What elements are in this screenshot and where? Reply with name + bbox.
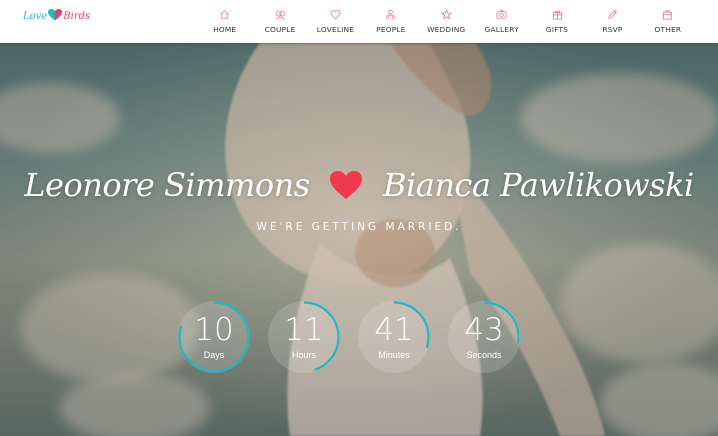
nav-item-people[interactable]: PEOPLE xyxy=(363,0,418,43)
heart-icon xyxy=(330,8,341,20)
hero-section: Leonore Simmons Bianca Pawlikowski WE'RE… xyxy=(0,43,718,436)
logo-word-birds: Birds xyxy=(63,10,91,22)
countdown-minutes: 41 Minutes xyxy=(358,301,430,373)
countdown-value: 43 xyxy=(464,312,504,348)
groom-name: Leonore Simmons xyxy=(24,165,310,204)
countdown-unit: Seconds xyxy=(466,350,502,360)
countdown-unit: Minutes xyxy=(378,350,410,360)
nav-item-gifts[interactable]: GIFTS xyxy=(529,0,584,43)
people-icon xyxy=(385,8,396,20)
pencil-icon xyxy=(607,8,618,20)
nav-label: COUPLE xyxy=(264,25,296,34)
countdown-unit: Hours xyxy=(291,350,316,360)
logo-word-love: Love xyxy=(23,10,48,22)
bride-name: Bianca Pawlikowski xyxy=(382,165,694,204)
nav-label: PEOPLE xyxy=(376,25,406,34)
nav-label: GALLERY xyxy=(484,25,519,34)
logo-heart-icon xyxy=(48,9,63,21)
nav-label: HOME xyxy=(213,25,237,34)
countdown-unit: Days xyxy=(203,350,225,360)
page: Love Birds HOME COUPLE LOVELINE PEOPLE W… xyxy=(0,0,718,436)
countdown-value: 11 xyxy=(284,312,324,348)
star-icon xyxy=(440,8,452,20)
nav-label: OTHER xyxy=(654,25,682,34)
camera-icon xyxy=(496,8,507,20)
hero-tagline: WE'RE GETTING MARRIED. xyxy=(256,221,462,233)
nav-item-loveline[interactable]: LOVELINE xyxy=(308,0,363,43)
nav-label: RSVP xyxy=(602,25,623,34)
couple-icon xyxy=(275,8,286,20)
countdown-days: 10 Days xyxy=(178,301,250,373)
countdown-hours: 11 Hours xyxy=(268,301,340,373)
couple-names: Leonore Simmons Bianca Pawlikowski xyxy=(0,163,718,204)
countdown-value: 41 xyxy=(374,312,414,348)
site-header: Love Birds HOME COUPLE LOVELINE PEOPLE W… xyxy=(0,0,718,43)
nav-item-couple[interactable]: COUPLE xyxy=(252,0,307,43)
countdown-seconds: 43 Seconds xyxy=(448,301,520,373)
nav-label: GIFTS xyxy=(545,25,569,34)
home-icon xyxy=(219,8,230,20)
nav-item-rsvp[interactable]: RSVP xyxy=(585,0,640,43)
nav-label: WEDDING xyxy=(427,25,466,34)
bag-icon xyxy=(662,8,673,20)
nav-label: LOVELINE xyxy=(316,25,355,34)
nav-item-gallery[interactable]: GALLERY xyxy=(474,0,529,43)
nav-item-other[interactable]: OTHER xyxy=(640,0,695,43)
nav-item-home[interactable]: HOME xyxy=(197,0,252,43)
countdown-timer: 10 Days 11 Hours 41 Minutes 43 Seconds xyxy=(0,301,718,373)
heart-icon xyxy=(330,170,363,199)
gift-icon xyxy=(552,8,563,20)
main-nav: HOME COUPLE LOVELINE PEOPLE WEDDING GALL… xyxy=(197,0,696,43)
nav-item-wedding[interactable]: WEDDING xyxy=(419,0,474,43)
countdown-value: 10 xyxy=(194,312,234,348)
site-logo[interactable]: Love Birds xyxy=(23,9,91,22)
